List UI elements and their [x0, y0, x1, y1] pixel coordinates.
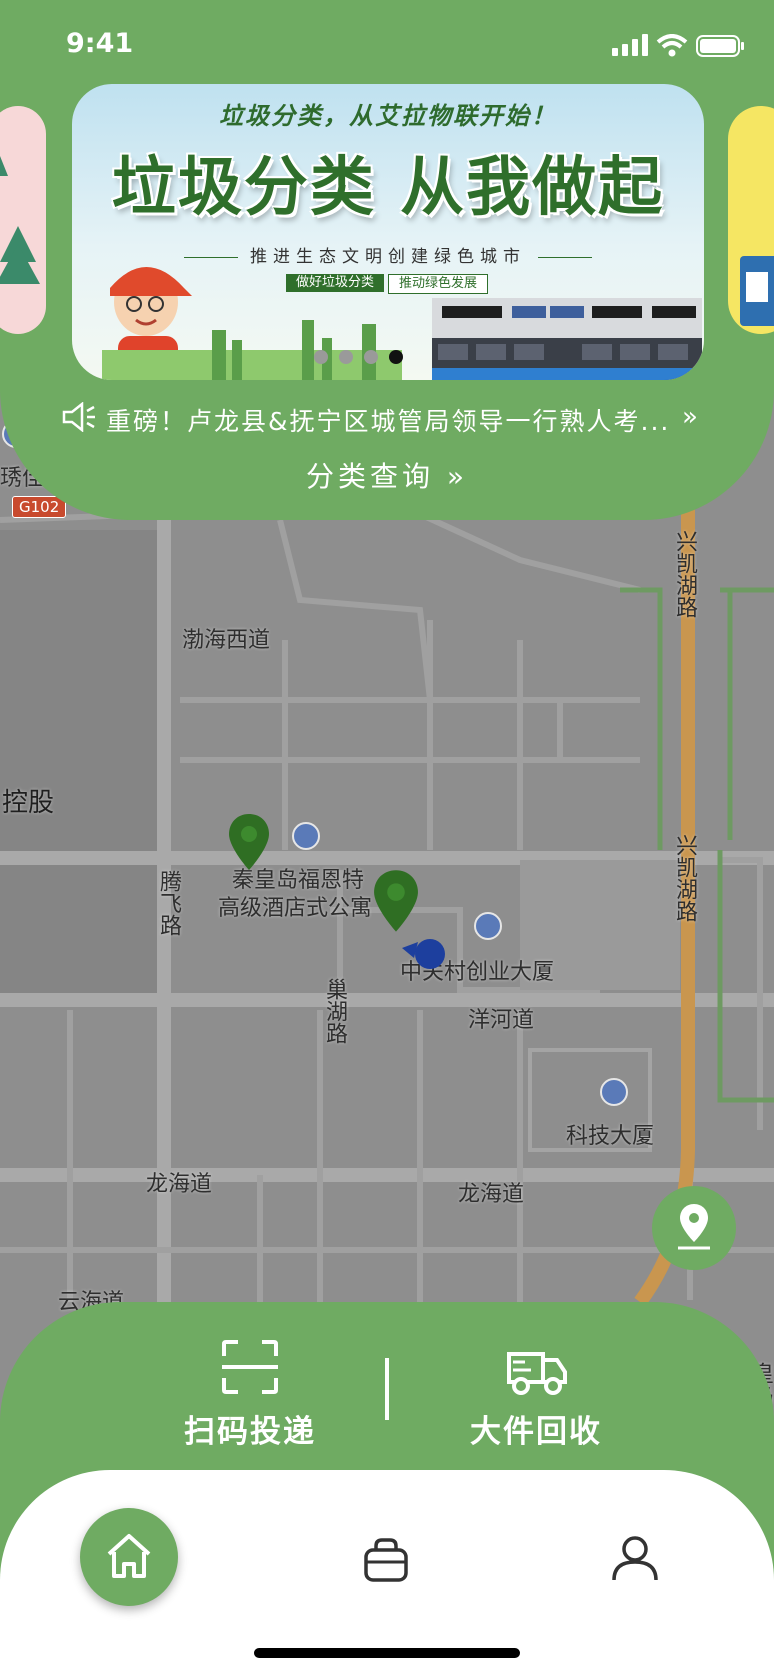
recycling-station-icon	[432, 298, 702, 380]
skyline-icon	[102, 320, 402, 380]
map-label-yanghe: 洋河道	[468, 1008, 535, 1033]
tab-bag[interactable]	[362, 1536, 410, 1588]
map-label-chaohu: 巢湖路	[322, 978, 347, 1044]
home-icon	[107, 1534, 151, 1578]
status-bar: 9:41	[0, 0, 774, 88]
banner-next[interactable]	[728, 106, 774, 334]
tree-icon	[0, 156, 40, 284]
wifi-icon	[656, 34, 688, 57]
scan-delivery-label: 扫码投递	[184, 1414, 316, 1450]
status-time: 9:41	[66, 28, 134, 59]
scan-delivery-button[interactable]: 扫码投递	[150, 1338, 350, 1451]
carousel-dot[interactable]	[364, 350, 379, 364]
locate-button[interactable]	[652, 1186, 736, 1270]
user-icon	[612, 1536, 658, 1581]
banner-tag-left: 做好垃圾分类	[286, 274, 385, 292]
banner-title: 垃圾分类 从我做起	[111, 151, 665, 225]
road-badge-g102: G102	[12, 496, 67, 518]
carousel-dot-active[interactable]	[389, 350, 404, 364]
banner-prev[interactable]	[0, 106, 46, 334]
tab-bar	[0, 1470, 774, 1674]
signal-icon	[612, 34, 648, 56]
tab-home[interactable]	[80, 1508, 178, 1606]
notice-text: 重磅！卢龙县&抚宁区城管局领导一行熟人考...	[106, 407, 671, 436]
bulky-recycle-button[interactable]: 大件回收	[436, 1338, 636, 1451]
recycle-bin-icon	[740, 256, 774, 326]
location-pin-icon	[678, 1204, 710, 1250]
carousel-dots	[314, 349, 409, 368]
hotel-icon	[292, 822, 320, 850]
map-label-keji: 科技大厦	[566, 1124, 655, 1149]
home-indicator	[254, 1648, 520, 1658]
map-label-longhai-2: 龙海道	[458, 1182, 525, 1207]
map-marker[interactable]	[226, 812, 272, 874]
map-label-xingkai-2: 兴凯湖路	[672, 834, 697, 922]
scan-icon	[222, 1340, 278, 1394]
bag-icon	[364, 1538, 408, 1582]
map-label-tengfei: 腾飞路	[156, 870, 181, 936]
truck-icon	[507, 1352, 567, 1395]
banner-carousel[interactable]: 垃圾分类，从艾拉物联开始！ 垃圾分类 从我做起 推进生态文明创建绿色城市 做好垃…	[0, 84, 774, 380]
tab-profile[interactable]	[610, 1534, 660, 1588]
map-label-hotel-2: 高级酒店式公寓	[218, 896, 373, 921]
banner-subtitle: 垃圾分类，从艾拉物联开始！	[219, 102, 557, 130]
action-divider	[385, 1358, 389, 1420]
building-icon	[474, 912, 502, 940]
map-marker[interactable]	[370, 868, 422, 936]
speaker-icon	[62, 402, 95, 432]
battery-icon	[696, 35, 744, 57]
category-query-link[interactable]: 分类查询 »	[0, 455, 774, 495]
top-panel: 9:41 垃圾分类，从艾拉物联开始！ 垃圾分类 从我做起 推进生态文明创建绿色城…	[0, 0, 774, 520]
banner-main[interactable]: 垃圾分类，从艾拉物联开始！ 垃圾分类 从我做起 推进生态文明创建绿色城市 做好垃…	[72, 84, 704, 380]
building-icon-2	[600, 1078, 628, 1106]
map-label-bohai-west: 渤海西道	[182, 628, 271, 653]
notice-more-link[interactable]: »	[682, 402, 700, 432]
map-label-xingkai-1: 兴凯湖路	[672, 530, 697, 618]
map-label-holdings: 控股	[2, 788, 55, 818]
bulky-recycle-label: 大件回收	[470, 1414, 602, 1450]
carousel-dot[interactable]	[314, 350, 328, 364]
current-location-icon	[402, 939, 445, 969]
map-label-longhai-1: 龙海道	[146, 1172, 213, 1197]
banner-tag-right: 推动绿色发展	[388, 274, 489, 294]
carousel-dot[interactable]	[339, 350, 354, 364]
